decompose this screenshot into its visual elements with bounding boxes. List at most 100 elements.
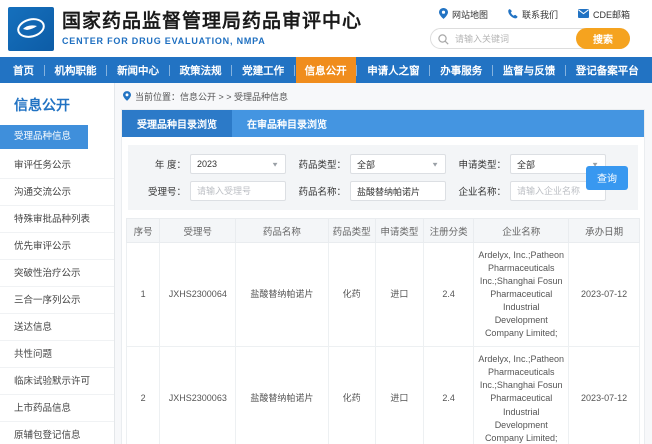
drug-type-select[interactable]: 全部 ▼ [350, 154, 446, 174]
drug-type-label: 药品类型： [294, 157, 346, 171]
sidebar-item-marketed-drugs[interactable]: 上市药品信息 [0, 395, 114, 422]
sitemap-label: 网站地图 [452, 8, 488, 21]
nav-item-services[interactable]: 办事服务 [431, 57, 491, 83]
nav-item-news[interactable]: 新闻中心 [108, 57, 168, 83]
sidebar-item-special-approval[interactable]: 特殊审批品种列表 [0, 206, 114, 233]
nav-item-home[interactable]: 首页 [4, 57, 43, 83]
breadcrumb: 当前位置：信息公开 > > 受理品种信息 [123, 90, 645, 103]
drug-name-field [350, 181, 446, 201]
cell-drug-type: 化药 [328, 347, 375, 444]
site-subtitle: CENTER FOR DRUG EVALUATION, NMPA [62, 36, 362, 46]
sidebar-item-communication[interactable]: 沟通交流公示 [0, 179, 114, 206]
sidebar-item-accepted-varieties[interactable]: 受理品种信息 [0, 125, 88, 149]
nav-item-supervision[interactable]: 监督与反馈 [494, 57, 565, 83]
caret-down-icon: ▼ [271, 160, 279, 167]
drug-name-label: 药品名称： [294, 184, 346, 198]
year-select[interactable]: 2023 ▼ [190, 154, 286, 174]
year-value: 2023 [197, 159, 217, 169]
apply-type-value: 全部 [517, 158, 535, 171]
tab-accepted-catalog[interactable]: 受理品种目录浏览 [122, 110, 232, 137]
nav-item-registration[interactable]: 登记备案平台 [567, 57, 648, 83]
cell-acceptance-no: JXHS2300064 [160, 243, 236, 347]
cell-date: 2023-07-12 [569, 347, 640, 444]
cell-seq: 2 [127, 347, 160, 444]
contact-label: 联系我们 [522, 8, 558, 21]
sidebar-item-delivery-info[interactable]: 送达信息 [0, 314, 114, 341]
cell-apply-type: 进口 [375, 347, 423, 444]
drug-name-input[interactable] [357, 186, 439, 196]
col-header-date: 承办日期 [569, 219, 640, 243]
table-row: 2 JXHS2300063 盐酸替纳帕诺片 化药 进口 2.4 Ardelyx,… [127, 347, 640, 444]
cell-seq: 1 [127, 243, 160, 347]
sidebar-item-breakthrough[interactable]: 突破性治疗公示 [0, 260, 114, 287]
nav-item-info-disclosure[interactable]: 信息公开 [296, 57, 356, 83]
contact-link[interactable]: 联系我们 [508, 8, 558, 21]
cde-logo-icon [8, 7, 54, 51]
cell-acceptance-no: JXHS2300063 [160, 347, 236, 444]
main-area: 当前位置：信息公开 > > 受理品种信息 受理品种目录浏览 在审品种目录浏览 年… [115, 83, 652, 444]
content: 信息公开 受理品种信息 审评任务公示 沟通交流公示 特殊审批品种列表 优先审评公… [0, 83, 652, 444]
cell-apply-type: 进口 [375, 243, 423, 347]
col-header-acceptance-no: 受理号 [160, 219, 236, 243]
apply-type-label: 申请类型： [454, 157, 506, 171]
mail-icon [578, 9, 589, 20]
cell-date: 2023-07-12 [569, 243, 640, 347]
col-header-company: 企业名称 [474, 219, 569, 243]
cell-drug-name: 盐酸替纳帕诺片 [236, 347, 328, 444]
filter-panel: 年 度： 2023 ▼ 药品类型： 全部 ▼ [128, 145, 638, 210]
mailbox-label: CDE邮箱 [593, 8, 630, 21]
sidebar: 信息公开 受理品种信息 审评任务公示 沟通交流公示 特殊审批品种列表 优先审评公… [0, 83, 115, 444]
table-header-row: 序号 受理号 药品名称 药品类型 申请类型 注册分类 企业名称 承办日期 [127, 219, 640, 243]
year-label: 年 度： [134, 157, 186, 171]
cell-drug-type: 化药 [328, 243, 375, 347]
content-panel: 受理品种目录浏览 在审品种目录浏览 年 度： 2023 ▼ 药 [121, 109, 645, 444]
tab-under-review-catalog[interactable]: 在审品种目录浏览 [232, 110, 342, 137]
breadcrumb-pin-icon [123, 91, 131, 103]
search-icon [438, 32, 449, 50]
search-button[interactable]: 搜索 [576, 28, 630, 49]
sidebar-title: 信息公开 [0, 91, 114, 125]
acceptance-no-input[interactable] [197, 186, 279, 196]
location-pin-icon [439, 8, 448, 21]
col-header-reg-class: 注册分类 [424, 219, 474, 243]
sitemap-link[interactable]: 网站地图 [439, 8, 488, 21]
header-right: 网站地图 联系我们 CDE邮箱 [430, 8, 644, 49]
sidebar-item-clinical-trial[interactable]: 临床试验默示许可 [0, 368, 114, 395]
nav-item-policy[interactable]: 政策法规 [171, 57, 231, 83]
acceptance-no-label: 受理号： [134, 184, 186, 198]
nav-item-applicant[interactable]: 申请人之窗 [358, 57, 429, 83]
col-header-seq: 序号 [127, 219, 160, 243]
sidebar-item-excipients[interactable]: 原辅包登记信息 [0, 422, 114, 444]
nav-item-org[interactable]: 机构职能 [46, 57, 106, 83]
mailbox-link[interactable]: CDE邮箱 [578, 8, 630, 21]
nav-item-party[interactable]: 党建工作 [233, 57, 293, 83]
acceptance-no-field [190, 181, 286, 201]
caret-down-icon: ▼ [431, 160, 439, 167]
cell-reg-class: 2.4 [424, 243, 474, 347]
sidebar-item-three-in-one[interactable]: 三合一序列公示 [0, 287, 114, 314]
col-header-drug-name: 药品名称 [236, 219, 328, 243]
phone-icon [508, 9, 518, 21]
site-title: 国家药品监督管理局药品审评中心 [62, 11, 362, 34]
brand: 国家药品监督管理局药品审评中心 CENTER FOR DRUG EVALUATI… [8, 7, 362, 51]
quick-links: 网站地图 联系我们 CDE邮箱 [439, 8, 630, 21]
sidebar-item-review-tasks[interactable]: 审评任务公示 [0, 152, 114, 179]
sidebar-item-common-issues[interactable]: 共性问题 [0, 341, 114, 368]
cell-drug-name: 盐酸替纳帕诺片 [236, 243, 328, 347]
company-label: 企业名称： [454, 184, 506, 198]
results-table: 序号 受理号 药品名称 药品类型 申请类型 注册分类 企业名称 承办日期 1 [126, 218, 640, 444]
col-header-apply-type: 申请类型 [375, 219, 423, 243]
drug-type-value: 全部 [357, 158, 375, 171]
cell-reg-class: 2.4 [424, 347, 474, 444]
brand-text: 国家药品监督管理局药品审评中心 CENTER FOR DRUG EVALUATI… [62, 11, 362, 46]
header: 国家药品监督管理局药品审评中心 CENTER FOR DRUG EVALUATI… [0, 0, 652, 57]
main-nav: 首页 机构职能 新闻中心 政策法规 党建工作 信息公开 申请人之窗 办事服务 监… [0, 57, 652, 83]
sidebar-item-priority-review[interactable]: 优先审评公示 [0, 233, 114, 260]
page: 国家药品监督管理局药品审评中心 CENTER FOR DRUG EVALUATI… [0, 0, 652, 444]
breadcrumb-text: 当前位置：信息公开 > > 受理品种信息 [135, 90, 288, 103]
cell-company: Ardelyx, Inc.;Patheon Pharmaceuticals In… [474, 347, 569, 444]
cell-company: Ardelyx, Inc.;Patheon Pharmaceuticals In… [474, 243, 569, 347]
query-button[interactable]: 查询 [586, 166, 628, 190]
site-search: 搜索 [430, 28, 630, 49]
col-header-drug-type: 药品类型 [328, 219, 375, 243]
